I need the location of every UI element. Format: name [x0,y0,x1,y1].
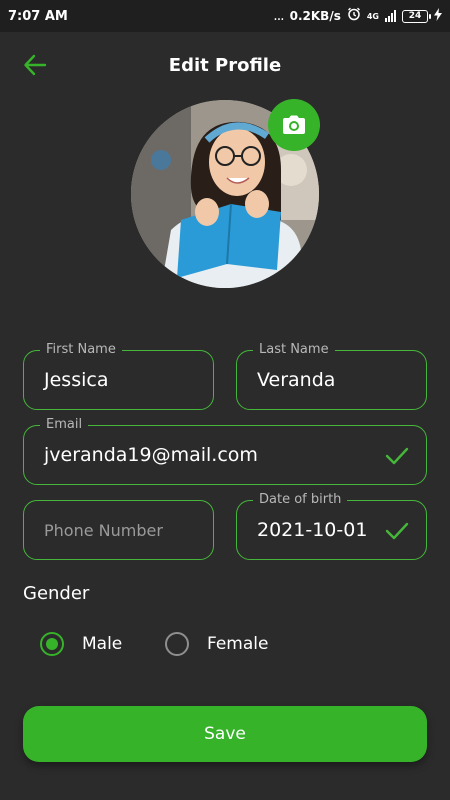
status-dots: ... [273,8,284,24]
first-name-value[interactable]: Jessica [44,369,108,391]
email-field[interactable]: Email jveranda19@mail.com [23,416,427,485]
phone-number-field[interactable]: Phone Number [23,500,214,560]
network-type: 4G [366,11,379,21]
female-label: Female [207,634,269,654]
network-speed: 0.2KB/s [289,9,341,23]
date-of-birth-value[interactable]: 2021-10-01 [257,519,367,541]
male-label: Male [82,634,123,654]
battery-icon: 24 [402,9,431,23]
gender-label: Gender [23,583,90,604]
first-name-field[interactable]: First Name Jessica [23,341,214,410]
save-button[interactable]: Save [23,706,427,762]
date-of-birth-field[interactable]: Date of birth 2021-10-01 [236,491,427,560]
last-name-label: Last Name [253,341,335,359]
battery-level: 24 [408,11,422,21]
male-radio[interactable] [40,632,64,656]
page-title: Edit Profile [168,55,282,76]
status-indicators: ... 0.2KB/s 4G 24 [273,7,442,25]
email-value[interactable]: jveranda19@mail.com [44,444,258,466]
check-icon [385,447,409,465]
edit-profile-screen: 7:07 AM ... 0.2KB/s 4G 24 Edit Profile F… [0,0,450,800]
last-name-field[interactable]: Last Name Veranda [236,341,427,410]
phone-number-placeholder[interactable]: Phone Number [44,521,163,540]
status-bar: 7:07 AM ... 0.2KB/s 4G 24 [0,0,450,32]
signal-icon [385,10,396,22]
email-label: Email [40,416,89,434]
last-name-value[interactable]: Veranda [257,369,335,391]
camera-icon [283,115,305,134]
date-of-birth-label: Date of birth [253,491,348,509]
female-radio[interactable] [165,632,189,656]
gender-option-female[interactable]: Female [165,632,268,656]
check-icon [385,522,409,540]
first-name-label: First Name [40,341,122,359]
change-photo-button[interactable] [268,99,320,151]
alarm-icon [347,7,361,25]
charging-icon [434,7,442,25]
gender-option-male[interactable]: Male [40,632,122,656]
status-time: 7:07 AM [8,8,68,24]
